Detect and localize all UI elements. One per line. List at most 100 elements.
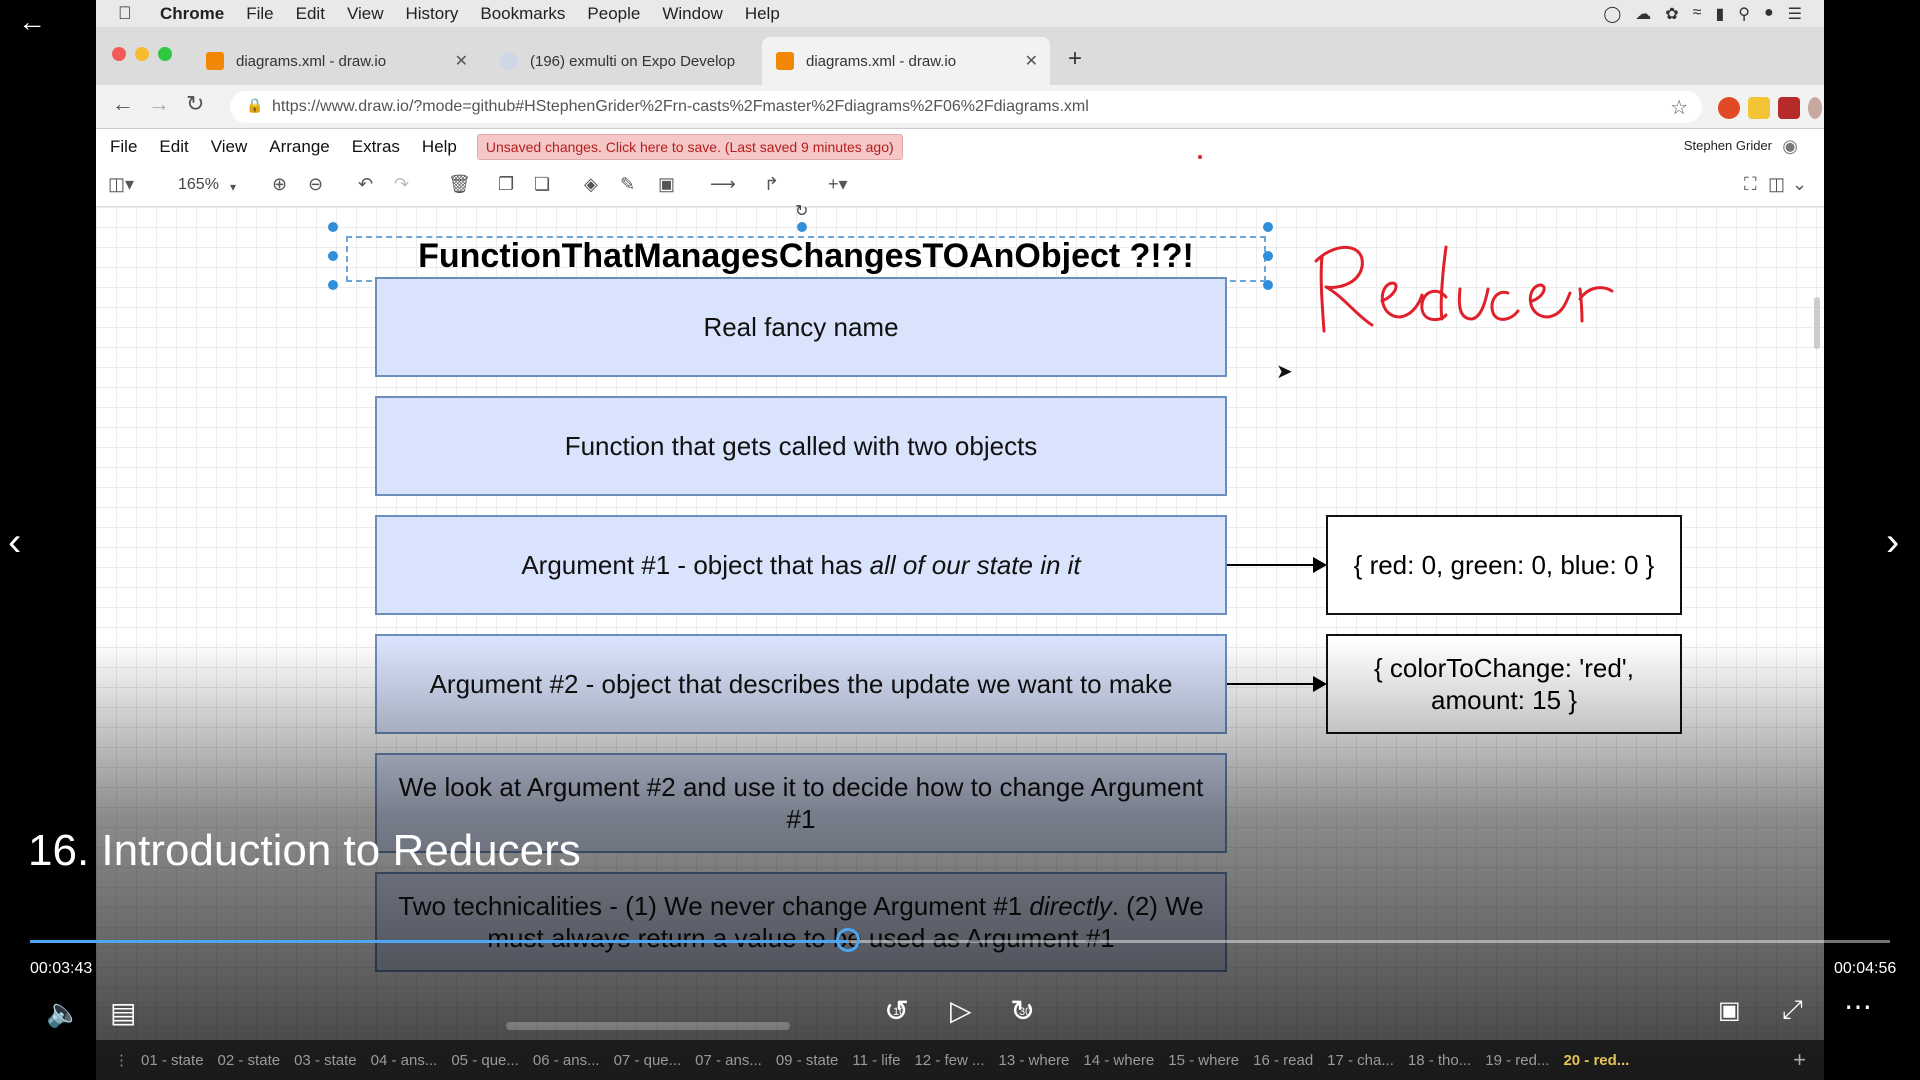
profile-avatar[interactable] <box>1808 97 1822 119</box>
shadow-icon[interactable]: ▣ <box>658 174 675 195</box>
new-tab-icon[interactable]: + <box>1068 45 1082 73</box>
resize-handle[interactable] <box>328 251 338 261</box>
waypoints-icon[interactable]: ↱ <box>764 174 779 195</box>
zoom-window-icon[interactable] <box>158 47 172 61</box>
extension-badge-icon[interactable] <box>1778 97 1800 119</box>
fill-color-icon[interactable]: ◈ <box>584 174 598 195</box>
close-tab-icon[interactable]: ✕ <box>455 51 468 71</box>
apple-icon[interactable]:  <box>118 3 140 24</box>
chapter-item[interactable]: 11 - life <box>852 1052 900 1069</box>
chapter-item[interactable]: 15 - where <box>1168 1052 1239 1069</box>
exit-fullscreen-icon[interactable]: ⤢ <box>1782 994 1803 1026</box>
drawio-menu-extras[interactable]: Extras <box>352 137 400 157</box>
unsaved-changes-banner[interactable]: Unsaved changes. Click here to save. (La… <box>476 134 903 160</box>
captions-icon[interactable]: ▤ <box>110 996 136 1029</box>
bookmark-star-icon[interactable]: ☆ <box>1670 95 1688 120</box>
fullscreen-icon[interactable]: ⛶ <box>1744 174 1757 195</box>
reload-icon[interactable]: ↻ <box>186 91 204 117</box>
battery-icon[interactable]: ▮ <box>1715 4 1724 24</box>
drawio-menu-arrange[interactable]: Arrange <box>269 137 329 157</box>
zoom-dropdown-icon[interactable]: ▾ <box>230 180 236 194</box>
chapter-item[interactable]: 04 - ans... <box>371 1052 438 1069</box>
box-argument-2[interactable]: Argument #2 - object that describes the … <box>375 634 1227 734</box>
resize-handle[interactable] <box>1263 222 1273 232</box>
drawio-menu-edit[interactable]: Edit <box>159 137 188 157</box>
menu-history[interactable]: History <box>405 4 458 24</box>
adblock-extension-icon[interactable] <box>1718 97 1740 119</box>
box-function-two-objects[interactable]: Function that gets called with two objec… <box>375 396 1227 496</box>
format-panel-icon[interactable]: ◫▾ <box>108 174 134 195</box>
zoom-in-icon[interactable]: ⊕ <box>272 174 287 195</box>
insert-plus-icon[interactable]: +▾ <box>828 174 848 195</box>
chapter-item[interactable]: 12 - few ... <box>914 1052 984 1069</box>
mini-view-icon[interactable]: ▣ <box>1718 996 1741 1025</box>
user-name[interactable]: Stephen Grider <box>1684 138 1772 153</box>
to-front-icon[interactable]: ❐ <box>498 174 514 195</box>
drag-grip-icon[interactable]: ⋮ <box>114 1051 129 1069</box>
menu-people[interactable]: People <box>587 4 640 24</box>
glasses-icon[interactable]: ◯ <box>1603 4 1621 24</box>
tab-drawio-active[interactable]: diagrams.xml - draw.io ✕ <box>762 37 1050 85</box>
chapter-item[interactable]: 20 - red... <box>1563 1052 1629 1069</box>
play-icon[interactable]: ▷ <box>950 994 972 1027</box>
close-tab-icon[interactable]: ✕ <box>1025 51 1038 71</box>
box-real-fancy-name[interactable]: Real fancy name <box>375 277 1227 377</box>
delete-icon[interactable]: 🗑 <box>448 174 471 195</box>
diagram-canvas[interactable]: ↻ FunctionThatManagesChangesTOAnObject ?… <box>96 155 1824 1080</box>
chapter-item[interactable]: 05 - que... <box>451 1052 519 1069</box>
cloud-icon[interactable]: ☁ <box>1635 4 1651 24</box>
wifi-icon[interactable]: ≈ <box>1693 4 1702 24</box>
chapter-item[interactable]: 17 - cha... <box>1327 1052 1394 1069</box>
resize-handle[interactable] <box>328 280 338 290</box>
format-toggle-icon[interactable]: ◫ <box>1768 174 1785 195</box>
chapter-item[interactable]: 09 - state <box>776 1052 839 1069</box>
back-icon[interactable]: ← <box>112 91 134 117</box>
drawio-menu-view[interactable]: View <box>211 137 248 157</box>
next-video-icon[interactable]: › <box>1886 520 1899 565</box>
vertical-scrollbar[interactable] <box>1814 297 1820 349</box>
menu-file[interactable]: File <box>246 4 273 24</box>
more-options-icon[interactable]: ⋯ <box>1844 990 1872 1023</box>
menu-help[interactable]: Help <box>745 4 780 24</box>
resize-handle[interactable] <box>797 222 807 232</box>
undo-icon[interactable]: ↶ <box>358 174 373 195</box>
resize-handle[interactable] <box>328 222 338 232</box>
connection-icon[interactable]: ⟶ <box>710 174 736 195</box>
tab-drawio-1[interactable]: diagrams.xml - draw.io ✕ <box>192 37 480 85</box>
extension-icon[interactable] <box>1748 97 1770 119</box>
add-chapter-icon[interactable]: + <box>1793 1047 1806 1073</box>
chapter-item[interactable]: 14 - where <box>1083 1052 1154 1069</box>
drawio-menu-file[interactable]: File <box>110 137 137 157</box>
box-technicalities[interactable]: Two technicalities - (1) We never change… <box>375 872 1227 972</box>
line-color-icon[interactable]: ✎ <box>620 174 635 195</box>
collapse-icon[interactable]: ⌄ <box>1792 174 1807 195</box>
chapter-item[interactable]: 13 - where <box>999 1052 1070 1069</box>
close-window-icon[interactable] <box>112 47 126 61</box>
rotate-handle-icon[interactable]: ↻ <box>795 201 808 221</box>
previous-video-icon[interactable]: ‹ <box>8 520 21 565</box>
menu-bookmarks[interactable]: Bookmarks <box>480 4 565 24</box>
drawio-menu-help[interactable]: Help <box>422 137 457 157</box>
zoom-out-icon[interactable]: ⊖ <box>308 174 323 195</box>
minimize-window-icon[interactable] <box>135 47 149 61</box>
to-back-icon[interactable]: ❏ <box>534 174 550 195</box>
chapter-item[interactable]: 01 - state <box>141 1052 204 1069</box>
arrow-connector[interactable] <box>1227 676 1327 692</box>
chapter-item[interactable]: 07 - que... <box>614 1052 682 1069</box>
arrow-connector[interactable] <box>1227 557 1327 573</box>
forward-icon[interactable]: → <box>148 91 170 117</box>
chapter-item[interactable]: 03 - state <box>294 1052 357 1069</box>
notification-list-icon[interactable]: ☰ <box>1788 4 1802 24</box>
state-object-box[interactable]: { red: 0, green: 0, blue: 0 } <box>1326 515 1682 615</box>
chapter-item[interactable]: 16 - read <box>1253 1052 1313 1069</box>
box-argument-1[interactable]: Argument #1 - object that has all of our… <box>375 515 1227 615</box>
chapter-item[interactable]: 02 - state <box>218 1052 281 1069</box>
resize-handle[interactable] <box>1263 280 1273 290</box>
spotlight-search-icon[interactable]: ⚲ <box>1738 4 1750 24</box>
action-object-box[interactable]: { colorToChange: 'red', amount: 15 } <box>1326 634 1682 734</box>
chapter-item[interactable]: 18 - tho... <box>1408 1052 1471 1069</box>
siri-icon[interactable]: ● <box>1764 4 1774 24</box>
menu-edit[interactable]: Edit <box>296 4 325 24</box>
chapter-item[interactable]: 07 - ans... <box>695 1052 762 1069</box>
diagram-title[interactable]: FunctionThatManagesChangesTOAnObject ?!?… <box>346 237 1266 276</box>
